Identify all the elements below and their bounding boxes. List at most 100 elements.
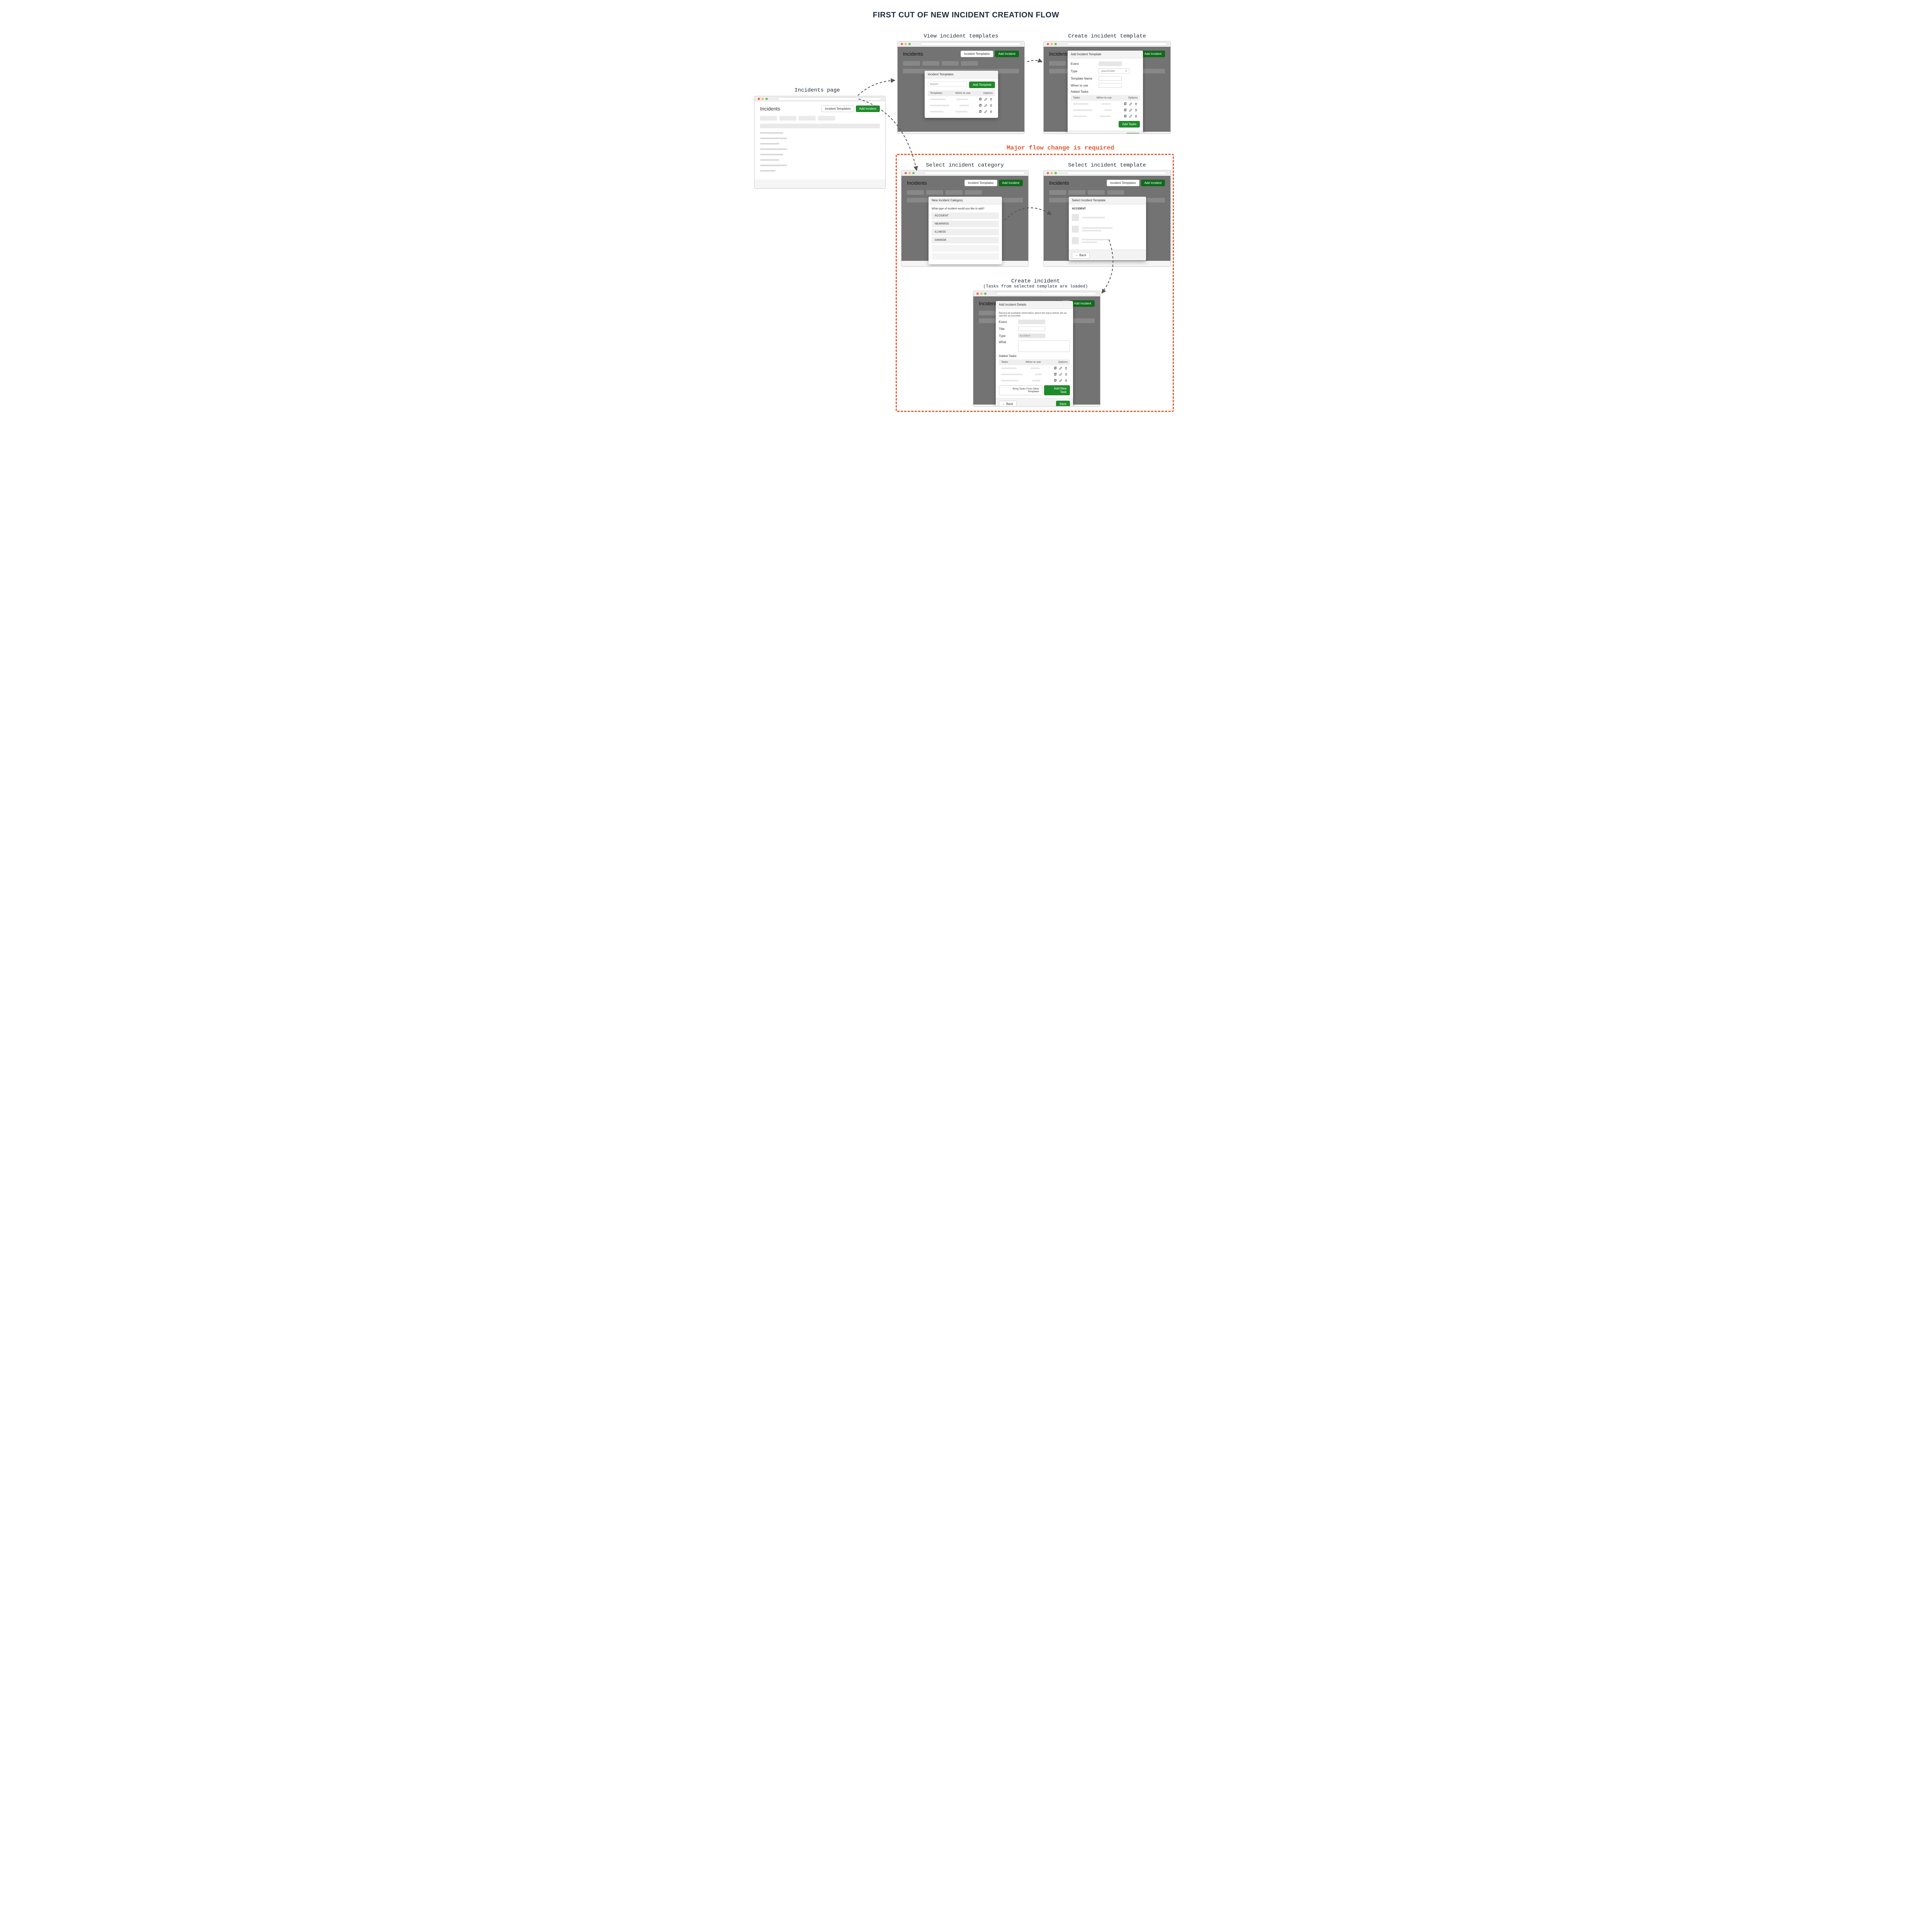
delete-icon[interactable]	[1065, 379, 1068, 382]
task-row	[1071, 113, 1140, 119]
delete-icon[interactable]	[1134, 115, 1138, 118]
delete-icon[interactable]	[990, 104, 993, 107]
edit-icon[interactable]	[984, 104, 987, 107]
caption-incidents-page: Incidents page	[788, 87, 846, 94]
delete-icon[interactable]	[990, 98, 993, 101]
delete-icon[interactable]	[1134, 109, 1138, 112]
mock-create-incident: Incidents Add Incident Add Incident Deta…	[973, 291, 1100, 406]
bring-tasks-button[interactable]: Bring Tasks From Other Templates	[999, 385, 1043, 395]
selected-category-label: ACCIDENT	[1072, 207, 1143, 210]
label-what: What	[999, 340, 1014, 344]
copy-icon[interactable]	[1124, 115, 1127, 118]
page-title: Incidents	[1049, 51, 1069, 57]
callout-major-change: Major flow change is required	[1007, 145, 1114, 151]
edit-icon[interactable]	[1059, 373, 1062, 376]
add-incident-button[interactable]: Add Incident	[1141, 180, 1165, 186]
add-new-task-button[interactable]: Add New Task	[1044, 385, 1070, 395]
edit-icon[interactable]	[984, 98, 987, 101]
copy-icon[interactable]	[979, 98, 982, 101]
url-bar	[778, 97, 881, 100]
caption-view-templates: View incident templates	[897, 33, 1025, 39]
type-select[interactable]: placeholder▾	[1099, 68, 1129, 74]
label-when-to-use: When to use	[1071, 84, 1095, 87]
copy-icon[interactable]	[979, 110, 982, 113]
copy-icon[interactable]	[979, 104, 982, 107]
title-field[interactable]	[1018, 327, 1045, 331]
mock-select-template: Incidents Incident Templates Add Inciden…	[1043, 170, 1171, 267]
search-input[interactable]: Search	[928, 82, 967, 87]
add-incident-button[interactable]: Add Incident	[995, 51, 1019, 57]
th-templates: Templates	[930, 92, 942, 95]
event-field[interactable]	[1099, 61, 1122, 66]
copy-icon[interactable]	[1054, 367, 1057, 370]
copy-icon[interactable]	[1124, 102, 1127, 105]
label-template-name: Template Name	[1071, 77, 1095, 80]
label-title: Title	[999, 327, 1014, 331]
copy-icon[interactable]	[1054, 379, 1057, 382]
delete-icon[interactable]	[1134, 102, 1138, 105]
th-options: Options	[983, 92, 993, 95]
add-incident-button[interactable]: Add Incident	[1141, 51, 1165, 57]
delete-icon[interactable]	[1065, 373, 1068, 376]
modal-title: Incident Templates	[925, 71, 998, 78]
add-template-button[interactable]: Add Template	[969, 82, 995, 88]
edit-icon[interactable]	[1129, 109, 1132, 112]
th-when: When to use	[1097, 97, 1112, 99]
task-row	[999, 365, 1070, 371]
category-option-blank	[932, 245, 999, 252]
what-textarea[interactable]	[1018, 340, 1070, 352]
th-tasks: Tasks	[1073, 97, 1080, 99]
add-incident-button[interactable]: Add Incident	[856, 105, 880, 112]
mock-view-templates: Incidents Incident Templates Add Inciden…	[897, 41, 1025, 134]
copy-icon[interactable]	[1054, 373, 1057, 376]
edit-icon[interactable]	[1059, 379, 1062, 382]
page-title: Incidents	[1049, 180, 1069, 186]
category-option-illness[interactable]: ILLNESS	[932, 229, 999, 235]
category-prompt: What type of incident would you like to …	[932, 207, 999, 210]
event-field[interactable]	[1018, 320, 1045, 324]
template-row[interactable]	[928, 102, 995, 109]
template-name-field[interactable]	[1099, 76, 1122, 81]
edit-icon[interactable]	[1129, 115, 1132, 118]
edit-icon[interactable]	[1059, 367, 1062, 370]
incident-templates-button[interactable]: Incident Templates	[961, 51, 993, 57]
template-option[interactable]	[1072, 223, 1143, 235]
window-min-dot	[762, 98, 764, 100]
add-incident-button[interactable]: Add Incident	[1071, 300, 1095, 307]
save-button[interactable]: Save	[1126, 133, 1140, 134]
th-when: When to use	[955, 92, 970, 95]
label-added-tasks: Added Tasks	[1071, 90, 1140, 94]
delete-icon[interactable]	[990, 110, 993, 113]
incident-templates-button[interactable]: Incident Templates	[1107, 180, 1139, 186]
th-options: Options	[1128, 97, 1138, 99]
mock-select-category: Incidents Incident Templates Add Inciden…	[901, 170, 1029, 267]
th-options: Options	[1058, 361, 1068, 364]
back-button[interactable]: ← Back	[999, 401, 1017, 406]
template-row[interactable]	[928, 109, 995, 115]
th-when: When to use	[1026, 361, 1041, 364]
modal-title: Select Incident Template	[1069, 197, 1146, 204]
copy-icon[interactable]	[1124, 109, 1127, 112]
task-row	[999, 378, 1070, 384]
chevron-down-icon: ▾	[1125, 70, 1127, 73]
task-row	[1071, 107, 1140, 113]
template-option[interactable]	[1072, 235, 1143, 247]
label-event: Event	[1071, 62, 1095, 66]
edit-icon[interactable]	[1129, 102, 1132, 105]
save-button[interactable]: Save	[1056, 401, 1070, 406]
back-button[interactable]: ← Back	[1072, 252, 1090, 259]
add-tasks-button[interactable]: Add Tasks	[1119, 121, 1140, 128]
add-incident-button[interactable]: Add Incident	[999, 180, 1023, 186]
incident-templates-button[interactable]: Incident Templates	[821, 105, 854, 112]
delete-icon[interactable]	[1065, 367, 1068, 370]
when-to-use-field[interactable]	[1099, 83, 1122, 88]
incident-templates-button[interactable]: Incident Templates	[964, 180, 997, 186]
template-row[interactable]	[928, 96, 995, 102]
category-option-nearmiss[interactable]: NEARMISS	[932, 221, 999, 227]
edit-icon[interactable]	[984, 110, 987, 113]
mock-create-template: Incidents Add Incident Add Incident Temp…	[1043, 41, 1171, 134]
template-option[interactable]	[1072, 212, 1143, 223]
category-option-accident[interactable]: ACCIDENT	[932, 213, 999, 219]
category-option-damage[interactable]: DAMAGE	[932, 237, 999, 243]
type-field-readonly: Accident	[1018, 333, 1045, 338]
